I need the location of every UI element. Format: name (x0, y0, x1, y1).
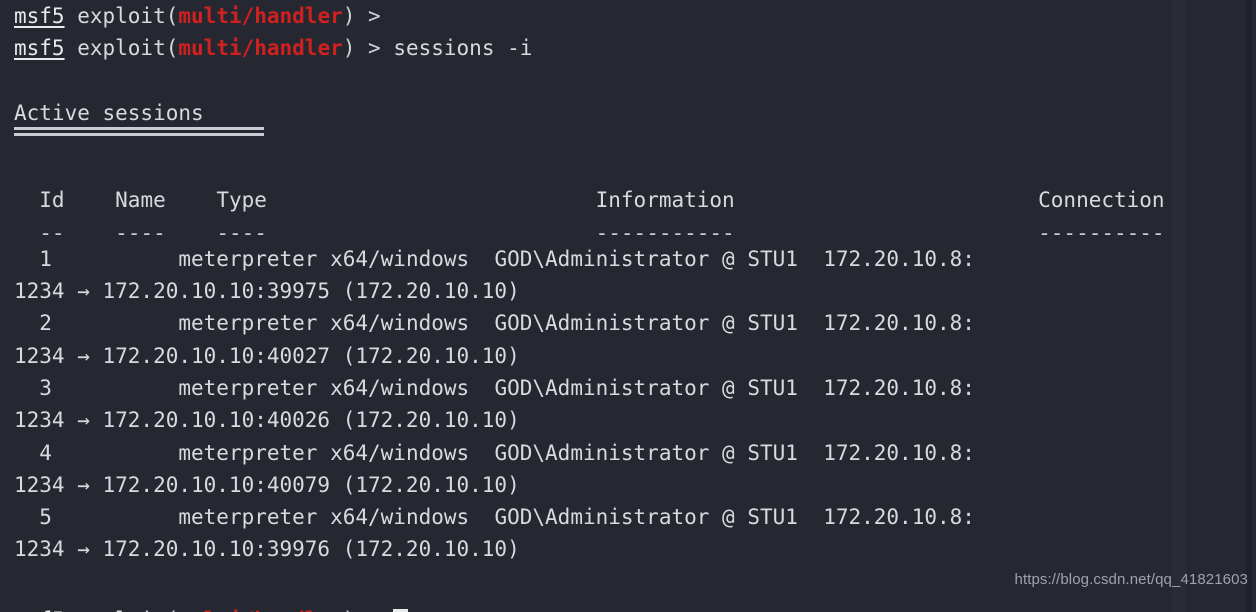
column-header-name: Name (89, 188, 166, 213)
cell-connection-head: 172.20.10.8: (823, 375, 975, 400)
prompt-suffix: ) > (343, 608, 394, 612)
prompt-suffix: ) > (342, 36, 394, 61)
header-gap (166, 188, 191, 212)
table-header-row: Id Name Type Information Connection (0, 184, 1256, 216)
table-row-wrap: 1234 → 172.20.10.10:39976 (172.20.10.10) (0, 533, 1256, 565)
table-header-rules: -- ---- ---- ----------- ---------- (0, 217, 1256, 245)
prompt-module-name: multi/handler (178, 36, 343, 61)
table-row-wrap: 1234 → 172.20.10.10:40079 (172.20.10.10) (0, 469, 1256, 501)
cell-gap (52, 247, 178, 271)
rule-gap (735, 221, 1038, 245)
prompt-suffix: ) > (342, 4, 381, 28)
cell-connection-head: 172.20.10.8: (823, 505, 975, 530)
cell-connection-wrap: 1234 → 172.20.10.10:40079 (172.20.10.10) (14, 472, 520, 497)
output-title: Active sessions (14, 100, 204, 125)
cell-gap (469, 311, 494, 335)
rule-type: ---- (191, 220, 267, 245)
cell-gap (52, 376, 178, 400)
cell-gap (469, 247, 494, 271)
column-header-connection: Connection (1038, 188, 1165, 213)
cell-type: meterpreter x64/windows (178, 375, 470, 400)
table-row: 3 meterpreter x64/windows GOD\Administra… (0, 372, 1256, 404)
cell-gap (469, 376, 494, 400)
cell-information: GOD\Administrator @ STU1 (494, 440, 798, 465)
table-row: 4 meterpreter x64/windows GOD\Administra… (0, 437, 1256, 469)
table-row: 1 meterpreter x64/windows GOD\Administra… (0, 243, 1256, 275)
terminal-window[interactable]: msf5 exploit(multi/handler) > msf5 explo… (0, 0, 1256, 612)
cell-id: 1 (14, 246, 52, 271)
prompt-host: msf5 (14, 36, 65, 61)
cell-gap (469, 505, 494, 529)
cell-type: meterpreter x64/windows (178, 246, 470, 271)
cell-gap (52, 505, 178, 529)
sessions-table-body: 1 meterpreter x64/windows GOD\Administra… (0, 243, 1256, 566)
prompt-line-1: msf5 exploit(multi/handler) > (0, 0, 1256, 32)
prompt-command-word: exploit( (64, 36, 179, 61)
cell-connection-wrap: 1234 → 172.20.10.10:39976 (172.20.10.10) (14, 537, 520, 562)
table-row-wrap: 1234 → 172.20.10.10:40027 (172.20.10.10) (0, 340, 1256, 372)
rule-gap (65, 221, 90, 245)
header-gap (735, 188, 1038, 212)
cell-id: 2 (14, 311, 52, 336)
cell-connection-wrap: 1234 → 172.20.10.10:40026 (172.20.10.10) (14, 408, 520, 433)
cell-connection-head: 172.20.10.8: (823, 440, 975, 465)
header-gap (267, 188, 596, 212)
prompt-line-2: msf5 exploit(multi/handler) > sessions -… (0, 32, 1256, 64)
column-header-information: Information (595, 188, 735, 213)
prompt-command-word: exploit( (64, 4, 179, 28)
prompt-line-3-cutoff: msf5 exploit(multi/handler) > (0, 604, 1256, 612)
rule-name: ---- (89, 220, 166, 245)
rule-gap (267, 221, 596, 245)
column-header-id: Id (14, 188, 65, 213)
cell-gap (798, 311, 823, 335)
table-row-wrap: 1234 → 172.20.10.10:40026 (172.20.10.10) (0, 404, 1256, 436)
cell-information: GOD\Administrator @ STU1 (494, 246, 798, 271)
cell-gap (798, 247, 823, 271)
column-header-type: Type (191, 188, 267, 213)
rule-gap (166, 221, 191, 245)
cell-gap (798, 505, 823, 529)
cell-id: 4 (14, 440, 52, 465)
typed-command: sessions -i (393, 36, 533, 61)
rule-connection: ---------- (1038, 220, 1165, 245)
table-row: 2 meterpreter x64/windows GOD\Administra… (0, 307, 1256, 339)
table-row-wrap: 1234 → 172.20.10.10:39975 (172.20.10.10) (0, 275, 1256, 307)
prompt-module-name: multi/handler (178, 608, 342, 612)
terminal-screen: msf5 exploit(multi/handler) > msf5 explo… (0, 0, 1256, 566)
cell-gap (798, 441, 823, 465)
prompt-host: msf5 (14, 4, 65, 28)
cell-gap (469, 441, 494, 465)
cell-connection-wrap: 1234 → 172.20.10.10:40027 (172.20.10.10) (14, 343, 520, 368)
cell-connection-head: 172.20.10.8: (823, 311, 975, 336)
rule-id: -- (14, 220, 65, 245)
cell-gap (52, 311, 178, 335)
cell-information: GOD\Administrator @ STU1 (494, 375, 798, 400)
cell-information: GOD\Administrator @ STU1 (494, 505, 798, 530)
watermark: https://blog.csdn.net/qq_41821603 (1014, 570, 1248, 588)
output-title-block: Active sessions (0, 97, 1256, 137)
prompt-command-word: exploit( (65, 608, 178, 612)
cell-gap (52, 441, 178, 465)
cell-connection-head: 172.20.10.8: (823, 246, 975, 271)
prompt-host: msf5 (14, 608, 65, 612)
cell-type: meterpreter x64/windows (178, 311, 470, 336)
cell-type: meterpreter x64/windows (178, 505, 470, 530)
cell-type: meterpreter x64/windows (178, 440, 470, 465)
rule-information: ----------- (595, 220, 735, 245)
cell-id: 3 (14, 375, 52, 400)
prompt-module-name: multi/handler (178, 4, 343, 28)
cell-gap (798, 376, 823, 400)
cell-information: GOD\Administrator @ STU1 (494, 311, 798, 336)
header-gap (65, 188, 90, 212)
table-row: 5 meterpreter x64/windows GOD\Administra… (0, 501, 1256, 533)
cell-connection-wrap: 1234 → 172.20.10.10:39975 (172.20.10.10) (14, 279, 520, 304)
cell-id: 5 (14, 505, 52, 530)
